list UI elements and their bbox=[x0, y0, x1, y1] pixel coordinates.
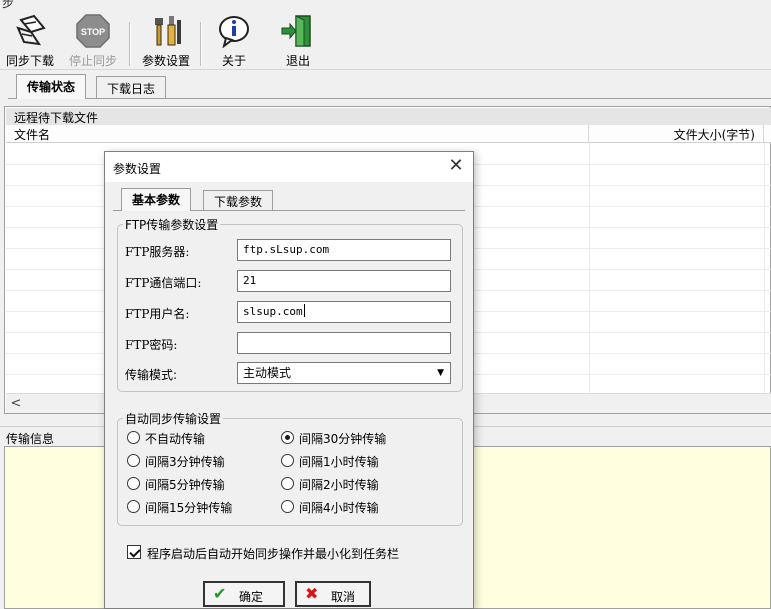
info-icon bbox=[219, 16, 249, 48]
tab-download-params[interactable]: 下载参数 bbox=[203, 190, 274, 210]
ftp-password-label: FTP密码: bbox=[125, 338, 178, 352]
cancel-button[interactable]: ✖ 取消 bbox=[295, 581, 371, 607]
radio-button bbox=[281, 500, 294, 513]
dialog-title: 参数设置 bbox=[113, 162, 162, 176]
radio-label: 不自动传输 bbox=[145, 432, 206, 446]
radio-button bbox=[127, 431, 140, 444]
toolbar: 同步下载 STOP 停止同步 参数设置 关于 退出 bbox=[0, 10, 771, 70]
ftp-port-input[interactable]: 21 bbox=[237, 270, 451, 292]
transfer-info-label: 传输信息 bbox=[6, 432, 55, 446]
window-title-strip: 步 bbox=[0, 0, 771, 10]
tools-icon bbox=[155, 16, 181, 46]
transfer-mode-select[interactable]: 主动模式 ▼ bbox=[237, 362, 451, 384]
grid-column-line bbox=[764, 143, 765, 393]
radio-button bbox=[127, 500, 140, 513]
auto-minimize-label: 程序启动后自动开始同步操作并最小化到任务栏 bbox=[147, 547, 400, 561]
radio-no-auto[interactable]: 不自动传输 bbox=[127, 430, 267, 446]
scroll-left-icon[interactable]: < bbox=[8, 396, 24, 412]
radio-label: 间隔3分钟传输 bbox=[145, 455, 225, 469]
radio-every-2hours[interactable]: 间隔2小时传输 bbox=[281, 476, 431, 492]
settings-label: 参数设置 bbox=[141, 54, 190, 68]
cross-icon: ✖ bbox=[305, 584, 319, 603]
stop-sync-label: 停止同步 bbox=[68, 54, 117, 68]
ftp-server-label: FTP服务器: bbox=[125, 245, 190, 259]
dialog-titlebar[interactable]: 参数设置 ✕ bbox=[105, 152, 473, 182]
radio-button bbox=[281, 477, 294, 490]
settings-dialog: 参数设置 ✕ 基本参数 下载参数 FTP传输参数设置 FTP服务器: ftp.s… bbox=[104, 151, 474, 609]
list-group-title: 远程待下载文件 bbox=[6, 108, 771, 125]
transfer-mode-label: 传输模式: bbox=[125, 368, 178, 382]
radio-every-4hours[interactable]: 间隔4小时传输 bbox=[281, 499, 431, 515]
radio-label: 间隔4小时传输 bbox=[299, 501, 379, 515]
sync-download-button[interactable]: 同步下载 bbox=[0, 10, 60, 70]
sync-download-label: 同步下载 bbox=[5, 54, 54, 68]
radio-every-30min[interactable]: 间隔30分钟传输 bbox=[281, 430, 431, 446]
column-header-filesize[interactable]: 文件大小(字节) bbox=[589, 125, 764, 143]
radio-every-1hour[interactable]: 间隔1小时传输 bbox=[281, 453, 431, 469]
stop-icon: STOP bbox=[76, 14, 110, 48]
ftp-group-title: FTP传输参数设置 bbox=[123, 216, 221, 233]
radio-every-3min[interactable]: 间隔3分钟传输 bbox=[127, 453, 267, 469]
radio-button bbox=[127, 477, 140, 490]
auto-minimize-checkbox[interactable]: 程序启动后自动开始同步操作并最小化到任务栏 bbox=[127, 545, 457, 561]
ftp-username-input[interactable]: slsup.com bbox=[237, 301, 451, 323]
auto-sync-group-title: 自动同步传输设置 bbox=[123, 410, 224, 427]
toolbar-separator bbox=[200, 22, 201, 66]
checkbox-checked bbox=[127, 545, 141, 559]
column-header-filename[interactable]: 文件名 bbox=[6, 125, 589, 143]
ok-label: 确定 bbox=[239, 590, 264, 604]
exit-door-icon bbox=[281, 15, 311, 47]
ftp-username-label: FTP用户名: bbox=[125, 307, 190, 321]
grid-column-line bbox=[589, 143, 590, 393]
ftp-server-input[interactable]: ftp.sLsup.com bbox=[237, 239, 451, 261]
cancel-label: 取消 bbox=[331, 590, 356, 604]
tab-download-log[interactable]: 下载日志 bbox=[96, 76, 167, 98]
settings-button[interactable]: 参数设置 bbox=[134, 10, 198, 70]
toolbar-separator bbox=[129, 22, 130, 66]
about-button[interactable]: 关于 bbox=[206, 10, 262, 70]
radio-label: 间隔1小时传输 bbox=[299, 455, 379, 469]
text-caret bbox=[303, 304, 305, 317]
ftp-port-label: FTP通信端口: bbox=[125, 276, 202, 290]
sync-download-icon bbox=[16, 14, 46, 46]
transfer-mode-value: 主动模式 bbox=[243, 366, 292, 380]
radio-button bbox=[127, 454, 140, 467]
radio-button bbox=[281, 454, 294, 467]
ftp-password-input[interactable] bbox=[237, 332, 451, 354]
chevron-down-icon: ▼ bbox=[437, 368, 444, 378]
radio-label: 间隔30分钟传输 bbox=[299, 432, 387, 446]
ftp-username-value: slsup.com bbox=[243, 305, 303, 318]
list-header: 文件名 文件大小(字节) bbox=[6, 125, 771, 143]
radio-label: 间隔2小时传输 bbox=[299, 478, 379, 492]
exit-label: 退出 bbox=[285, 54, 310, 68]
ok-button[interactable]: ✔ 确定 bbox=[203, 581, 285, 607]
checkmark-icon: ✔ bbox=[213, 584, 227, 603]
close-icon[interactable]: ✕ bbox=[443, 155, 469, 179]
radio-label: 间隔15分钟传输 bbox=[145, 501, 233, 515]
stop-icon-text: STOP bbox=[81, 27, 105, 37]
radio-label: 间隔5分钟传输 bbox=[145, 478, 225, 492]
exit-button[interactable]: 退出 bbox=[270, 10, 326, 70]
tab-basic-params[interactable]: 基本参数 bbox=[121, 188, 192, 211]
radio-every-5min[interactable]: 间隔5分钟传输 bbox=[127, 476, 267, 492]
tab-strip-line bbox=[8, 98, 771, 99]
radio-every-15min[interactable]: 间隔15分钟传输 bbox=[127, 499, 267, 515]
radio-button-selected bbox=[281, 431, 294, 444]
stop-sync-button[interactable]: STOP 停止同步 bbox=[60, 10, 126, 70]
tab-transfer-status[interactable]: 传输状态 bbox=[16, 74, 87, 99]
about-label: 关于 bbox=[221, 54, 246, 68]
